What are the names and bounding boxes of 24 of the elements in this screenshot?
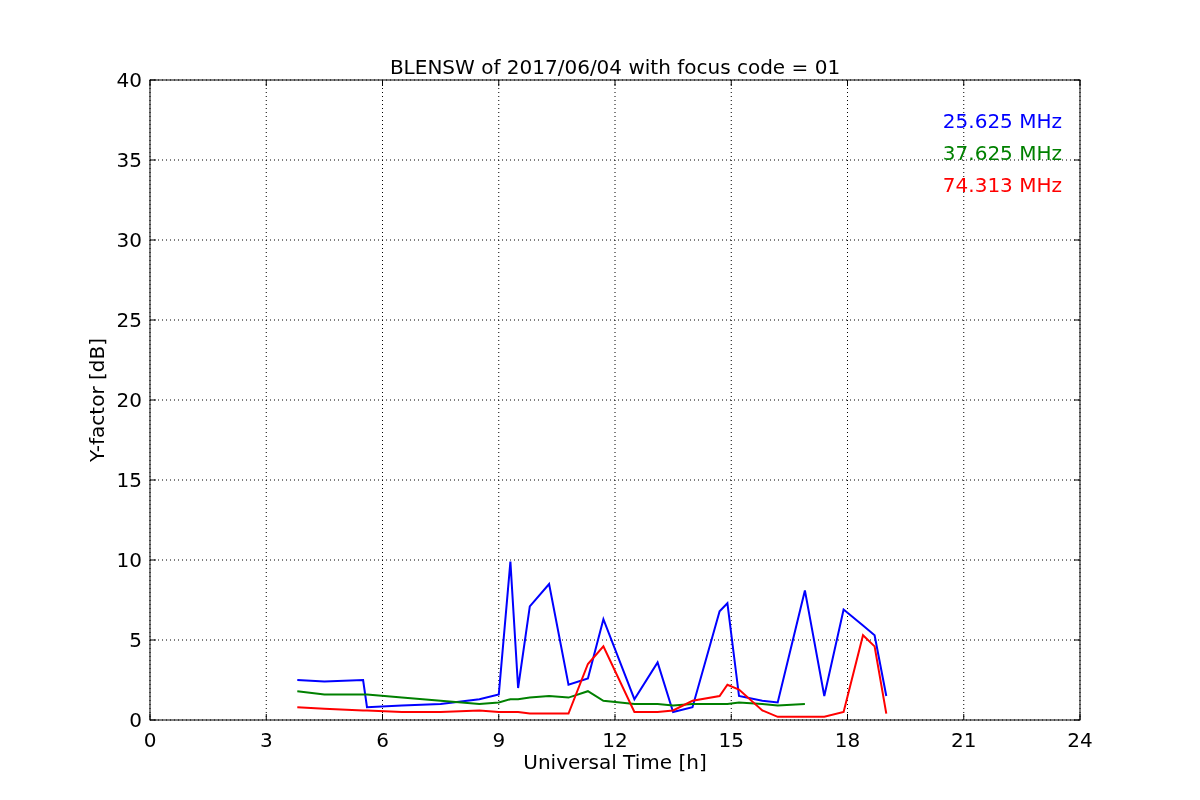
y-tick-label: 20 (116, 388, 142, 412)
chart-title: BLENSW of 2017/06/04 with focus code = 01 (389, 55, 841, 79)
legend-label: 25.625 MHz (942, 109, 1062, 133)
x-tick-label: 15 (718, 728, 744, 752)
y-tick-label: 30 (116, 228, 142, 252)
y-tick-label: 35 (116, 148, 142, 172)
legend-label: 74.313 MHz (942, 173, 1062, 197)
y-tick-label: 5 (129, 628, 142, 652)
x-tick-label: 12 (602, 728, 628, 752)
x-tick-label: 24 (1067, 728, 1093, 752)
x-tick-label: 18 (834, 728, 861, 752)
x-tick-label: 21 (951, 728, 977, 752)
y-tick-label: 10 (116, 548, 142, 572)
y-tick-label: 15 (116, 468, 142, 492)
x-tick-label: 0 (143, 728, 157, 752)
x-tick-label: 3 (259, 728, 273, 752)
x-axis-label: Universal Time [h] (523, 750, 707, 774)
y-tick-label: 25 (116, 308, 142, 332)
x-tick-label: 6 (376, 728, 389, 752)
y-axis-label: Y-factor [dB] (85, 338, 109, 462)
y-tick-label: 0 (129, 708, 142, 732)
y-tick-label: 40 (116, 68, 142, 92)
x-tick-label: 9 (492, 728, 506, 752)
legend-label: 37.625 MHz (942, 141, 1062, 165)
